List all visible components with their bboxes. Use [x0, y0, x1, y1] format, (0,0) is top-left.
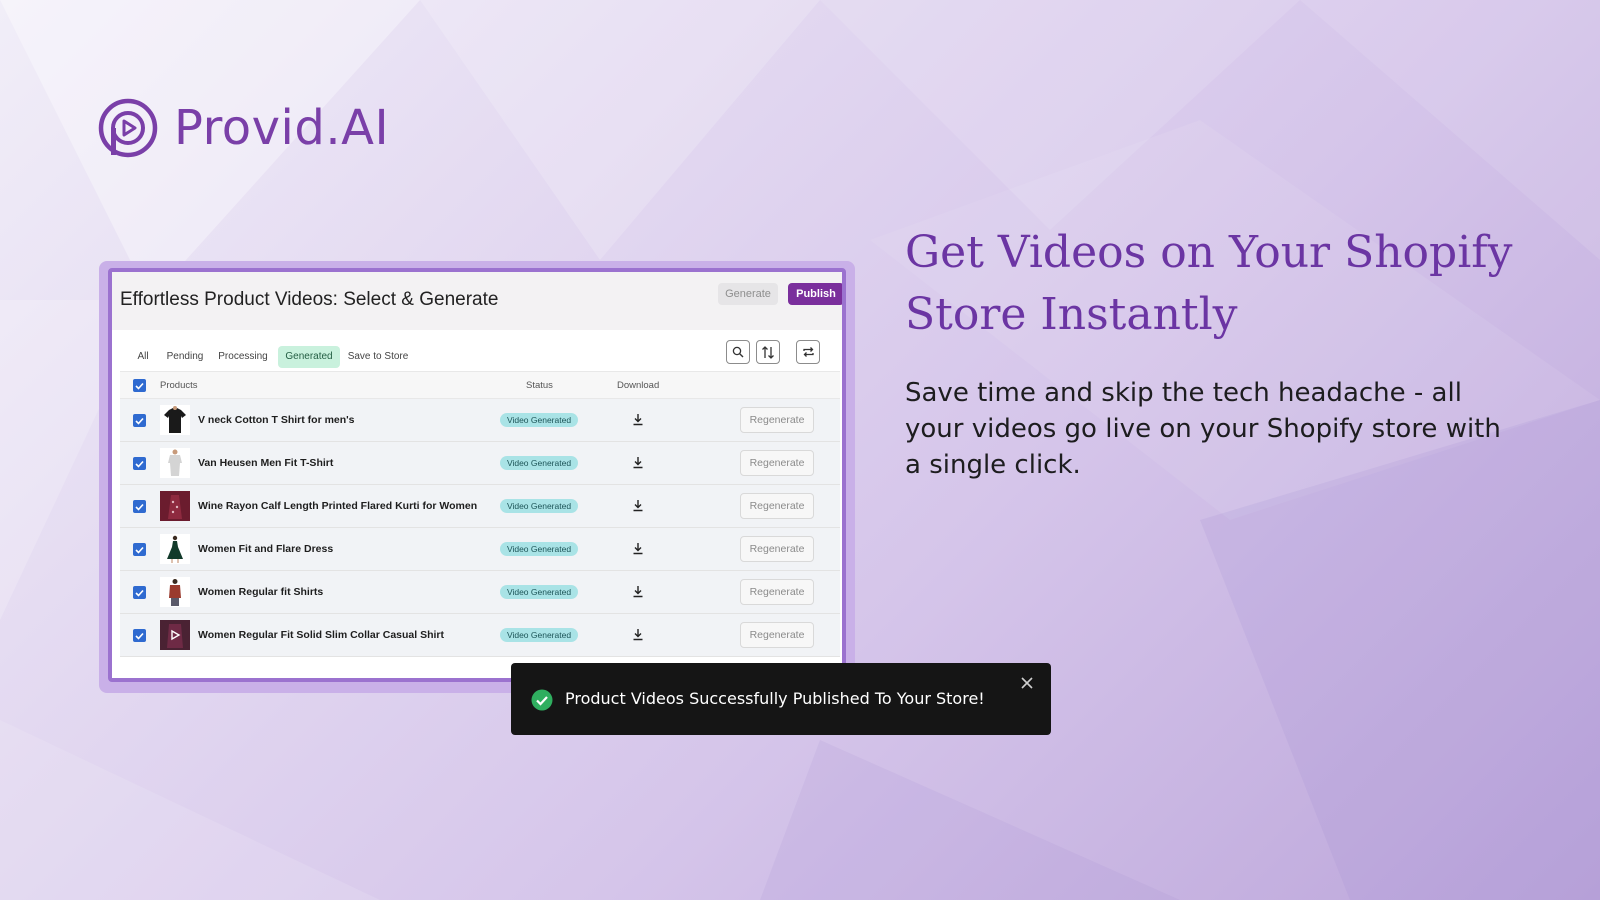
toast-message: Product Videos Successfully Published To… — [565, 689, 985, 708]
tab-generated[interactable]: Generated — [278, 346, 340, 368]
status-badge: Video Generated — [500, 585, 578, 599]
select-all-checkbox[interactable] — [133, 379, 146, 392]
regenerate-button[interactable]: Regenerate — [740, 407, 814, 433]
video-play-icon — [167, 624, 183, 648]
table-row: Wine Rayon Calf Length Printed Flared Ku… — [120, 485, 840, 528]
tab-save-to-store[interactable]: Save to Store — [346, 346, 410, 368]
success-toast: Product Videos Successfully Published To… — [511, 663, 1051, 735]
check-icon — [135, 382, 144, 390]
row-checkbox[interactable] — [133, 457, 146, 470]
tshirt-image — [164, 406, 186, 433]
table-row: Women Fit and Flare Dress Video Generate… — [120, 528, 840, 571]
brand-name: Provid.AI — [174, 100, 390, 156]
product-thumbnail — [160, 448, 190, 478]
regenerate-button[interactable]: Regenerate — [740, 493, 814, 519]
product-name: Van Heusen Men Fit T-Shirt — [198, 457, 334, 469]
download-icon[interactable] — [632, 456, 644, 469]
refresh-icon — [802, 347, 814, 357]
check-circle-icon — [531, 689, 553, 711]
publish-button[interactable]: Publish — [788, 283, 842, 305]
regenerate-button[interactable]: Regenerate — [740, 450, 814, 476]
row-checkbox[interactable] — [133, 629, 146, 642]
row-checkbox[interactable] — [133, 586, 146, 599]
check-icon — [135, 589, 144, 597]
page-title: Effortless Product Videos: Select & Gene… — [120, 289, 499, 310]
tab-pending[interactable]: Pending — [162, 346, 208, 368]
sort-icon — [762, 345, 774, 359]
app-window: Effortless Product Videos: Select & Gene… — [108, 268, 846, 682]
refresh-button[interactable] — [796, 340, 820, 364]
shirt-image — [169, 579, 181, 606]
generate-button[interactable]: Generate — [718, 283, 778, 305]
check-icon — [135, 460, 144, 468]
column-status: Status — [526, 380, 553, 391]
check-icon — [135, 417, 144, 425]
kurti-image — [168, 495, 182, 519]
close-icon[interactable] — [1019, 675, 1035, 691]
product-thumbnail — [160, 534, 190, 564]
row-checkbox[interactable] — [133, 500, 146, 513]
status-badge: Video Generated — [500, 456, 578, 470]
row-checkbox[interactable] — [133, 543, 146, 556]
column-products: Products — [160, 380, 198, 391]
status-badge: Video Generated — [500, 628, 578, 642]
hero-headline: Get Videos on Your Shopify Store Instant… — [905, 227, 1513, 340]
check-icon — [135, 632, 144, 640]
product-thumbnail — [160, 620, 190, 650]
product-name: Women Regular Fit Solid Slim Collar Casu… — [198, 629, 445, 641]
brand-logo: Provid.AI — [98, 97, 389, 159]
product-name: Women Fit and Flare Dress — [198, 543, 334, 555]
product-thumbnail — [160, 577, 190, 607]
product-name: Women Regular fit Shirts — [198, 586, 324, 598]
regenerate-button[interactable]: Regenerate — [740, 536, 814, 562]
app-header: Effortless Product Videos: Select & Gene… — [112, 272, 842, 330]
download-icon[interactable] — [632, 628, 644, 641]
download-icon[interactable] — [632, 585, 644, 598]
product-name: V neck Cotton T Shirt for men's — [198, 414, 355, 426]
search-button[interactable] — [726, 340, 750, 364]
table-row: Women Regular fit Shirts Video Generated… — [120, 571, 840, 614]
search-icon — [732, 346, 744, 358]
products-panel: All Pending Processing Generated Save to… — [120, 330, 840, 670]
download-icon[interactable] — [632, 499, 644, 512]
tab-processing[interactable]: Processing — [214, 346, 272, 368]
regenerate-button[interactable]: Regenerate — [740, 579, 814, 605]
status-badge: Video Generated — [500, 499, 578, 513]
tshirt-image — [168, 449, 182, 476]
download-icon[interactable] — [632, 542, 644, 555]
table-row: V neck Cotton T Shirt for men's Video Ge… — [120, 399, 840, 442]
regenerate-button[interactable]: Regenerate — [740, 622, 814, 648]
status-badge: Video Generated — [500, 413, 578, 427]
column-download: Download — [617, 380, 660, 391]
product-thumbnail — [160, 491, 190, 521]
table-header: Products Status Download — [120, 371, 840, 399]
play-logo-icon — [98, 98, 158, 158]
dress-image — [167, 535, 183, 563]
download-icon[interactable] — [632, 413, 644, 426]
sort-button[interactable] — [756, 340, 780, 364]
status-badge: Video Generated — [500, 542, 578, 556]
product-thumbnail — [160, 405, 190, 435]
table-row: Women Regular Fit Solid Slim Collar Casu… — [120, 614, 840, 657]
tab-all[interactable]: All — [130, 346, 156, 368]
check-icon — [135, 546, 144, 554]
check-icon — [135, 503, 144, 511]
row-checkbox[interactable] — [133, 414, 146, 427]
hero-body: Save time and skip the tech headache - a… — [905, 378, 1501, 480]
table-row: Van Heusen Men Fit T-Shirt Video Generat… — [120, 442, 840, 485]
product-name: Wine Rayon Calf Length Printed Flared Ku… — [198, 500, 478, 512]
